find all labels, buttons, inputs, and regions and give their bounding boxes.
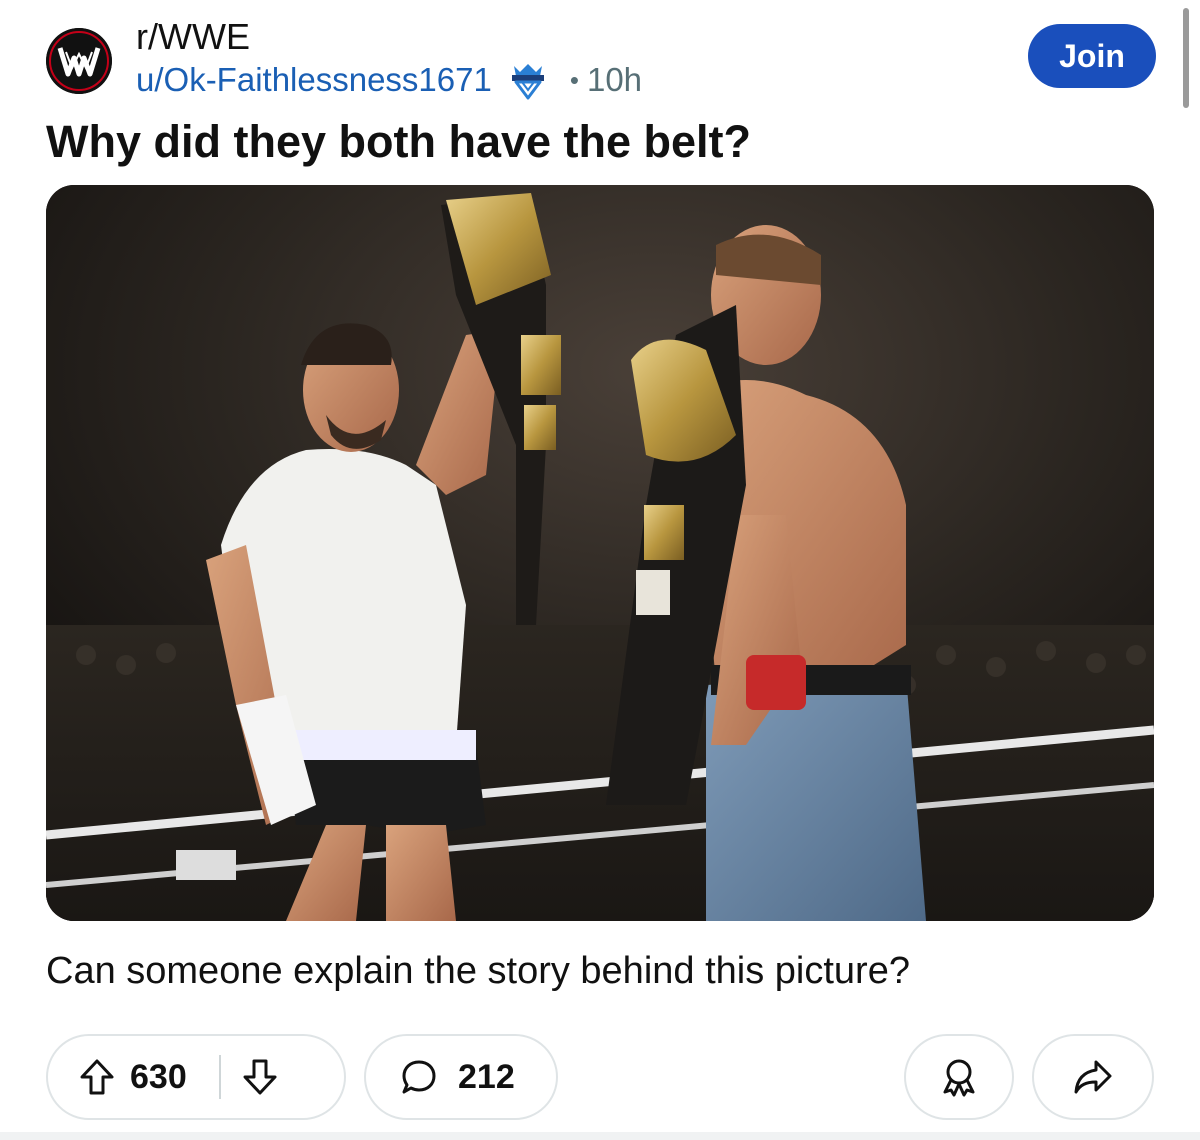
author-row: u/Ok-Faithlessness1671 • 10h — [136, 58, 642, 102]
subreddit-avatar[interactable] — [46, 28, 112, 94]
post-title[interactable]: Why did they both have the belt? — [46, 116, 751, 168]
join-button[interactable]: Join — [1028, 24, 1156, 88]
share-arrow-icon — [1072, 1058, 1114, 1096]
post-body: Can someone explain the story behind thi… — [46, 950, 910, 992]
meta-separator: • — [569, 64, 579, 95]
bottom-divider — [0, 1132, 1200, 1140]
award-ribbon-icon — [939, 1056, 979, 1098]
vote-divider — [218, 1055, 221, 1099]
subreddit-name[interactable]: r/WWE — [136, 16, 250, 58]
author-link[interactable]: u/Ok-Faithlessness1671 — [136, 61, 492, 99]
upvote-arrow-icon[interactable] — [78, 1057, 116, 1097]
post-time: 10h — [586, 61, 643, 98]
vote-bar: 630 — [46, 1034, 346, 1120]
upvote-count: 630 — [130, 1057, 187, 1096]
award-button[interactable] — [904, 1034, 1014, 1120]
wwe-logo-icon — [46, 28, 112, 94]
comments-button[interactable]: 212 — [364, 1034, 558, 1120]
post-image[interactable] — [46, 185, 1154, 921]
share-button[interactable] — [1032, 1034, 1154, 1120]
downvote-arrow-icon[interactable] — [241, 1057, 279, 1097]
diamond-crown-icon — [506, 60, 550, 100]
post-header: r/WWE u/Ok-Faithlessness1671 • 10h Join — [0, 0, 1200, 110]
comment-count: 212 — [458, 1057, 515, 1096]
comment-bubble-icon — [400, 1058, 438, 1096]
scrollbar[interactable] — [1183, 8, 1189, 108]
